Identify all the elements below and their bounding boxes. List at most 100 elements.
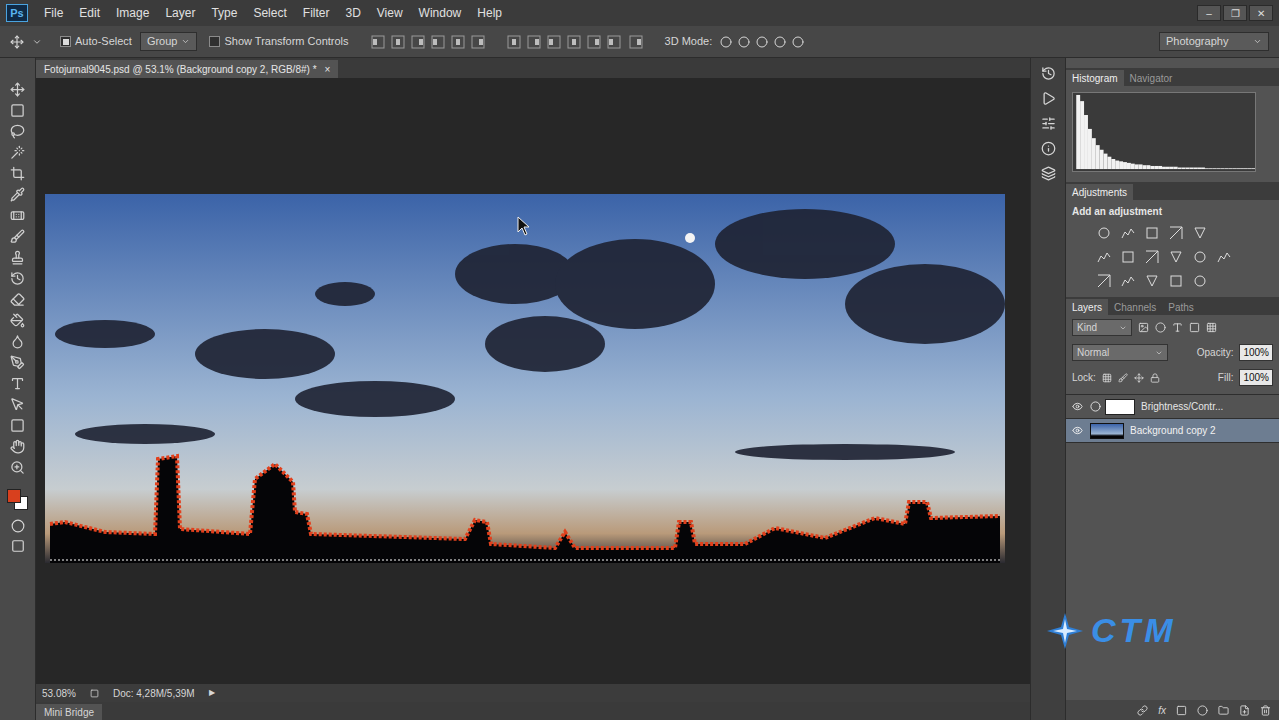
adjustment-icon[interactable]	[1144, 273, 1160, 289]
align-icon[interactable]	[527, 35, 541, 49]
workspace-select[interactable]: Photography	[1159, 32, 1269, 51]
layer-comps-icon[interactable]	[1041, 166, 1056, 181]
adjustment-icon[interactable]	[1120, 225, 1136, 241]
window-control-button[interactable]: –	[1197, 5, 1221, 21]
adjustment-icon[interactable]	[1168, 249, 1184, 265]
quick-mask-icon[interactable]	[11, 519, 25, 533]
align-icon[interactable]	[411, 35, 425, 49]
tool-icon[interactable]	[10, 397, 25, 412]
lock-pixels-icon[interactable]	[1118, 373, 1128, 383]
new-layer-icon[interactable]	[1239, 705, 1250, 716]
panel-tab[interactable]: Adjustments	[1066, 184, 1133, 200]
adjustment-icon[interactable]	[1096, 225, 1112, 241]
fill-field[interactable]: 100%	[1239, 369, 1273, 386]
align-icon[interactable]	[607, 35, 621, 49]
smart-filter-icon[interactable]	[1206, 322, 1217, 333]
3d-mode-icon[interactable]	[774, 36, 786, 48]
window-control-button[interactable]: ❐	[1223, 5, 1247, 21]
properties-icon[interactable]	[1041, 116, 1056, 131]
target-select[interactable]: Group	[140, 32, 198, 51]
tool-icon[interactable]	[10, 460, 25, 475]
foreground-color-swatch[interactable]	[7, 489, 21, 503]
menu-item[interactable]: Image	[108, 4, 157, 22]
tool-icon[interactable]	[10, 376, 25, 391]
adjustment-icon[interactable]	[1144, 225, 1160, 241]
align-icon[interactable]	[431, 35, 445, 49]
menu-item[interactable]: Help	[469, 4, 510, 22]
menu-item[interactable]: Type	[203, 4, 245, 22]
adjustment-icon[interactable]	[1192, 273, 1208, 289]
3d-mode-icon[interactable]	[720, 36, 732, 48]
tool-icon[interactable]	[10, 187, 25, 202]
lock-transparent-icon[interactable]	[1102, 373, 1112, 383]
screen-mode-icon[interactable]	[11, 539, 25, 553]
align-icon[interactable]	[507, 35, 521, 49]
lock-all-icon[interactable]	[1150, 373, 1160, 383]
tool-icon[interactable]	[10, 313, 25, 328]
zoom-level[interactable]: 53.08%	[42, 686, 76, 701]
layer-style-button[interactable]: fx	[1158, 703, 1166, 718]
panel-tab[interactable]: Navigator	[1124, 70, 1179, 86]
3d-mode-icon[interactable]	[738, 36, 750, 48]
move-tool-icon[interactable]	[10, 35, 24, 49]
tool-icon[interactable]	[10, 271, 25, 286]
mini-bridge-tab[interactable]: Mini Bridge	[36, 704, 102, 720]
adjustment-filter-icon[interactable]	[1155, 322, 1166, 333]
menu-item[interactable]: 3D	[337, 4, 368, 22]
menu-item[interactable]: Window	[411, 4, 470, 22]
layer-row[interactable]: Background copy 2	[1066, 419, 1279, 443]
align-icon[interactable]	[371, 35, 385, 49]
menu-item[interactable]: Filter	[295, 4, 338, 22]
menu-item[interactable]: Layer	[157, 4, 203, 22]
adjustment-icon[interactable]	[1168, 225, 1184, 241]
tool-icon[interactable]	[10, 82, 25, 97]
align-icon[interactable]	[451, 35, 465, 49]
tool-icon[interactable]	[10, 439, 25, 454]
adjustment-icon[interactable]	[1144, 249, 1160, 265]
visibility-toggle[interactable]	[1070, 425, 1084, 436]
tool-icon[interactable]	[10, 292, 25, 307]
tool-icon[interactable]	[10, 418, 25, 433]
visibility-toggle[interactable]	[1070, 401, 1084, 412]
status-menu-arrow[interactable]: ▶	[209, 687, 215, 699]
adjustment-icon[interactable]	[1192, 249, 1208, 265]
filter-select[interactable]: Kind	[1072, 319, 1132, 336]
tool-icon[interactable]	[10, 145, 25, 160]
shape-filter-icon[interactable]	[1189, 322, 1200, 333]
document-image[interactable]	[45, 194, 1005, 563]
info-icon[interactable]	[1041, 141, 1056, 156]
tool-preset-icon[interactable]	[32, 37, 42, 47]
panel-tab[interactable]: Channels	[1108, 299, 1162, 315]
show-transform-controls[interactable]: Show Transform Controls	[209, 33, 348, 50]
align-icon[interactable]	[567, 35, 581, 49]
panel-tab[interactable]: Layers	[1066, 299, 1108, 315]
align-icon[interactable]	[629, 35, 643, 49]
add-mask-icon[interactable]	[1176, 705, 1187, 716]
menu-item[interactable]: File	[36, 4, 71, 22]
auto-select[interactable]: Auto-Select	[60, 33, 132, 50]
tool-icon[interactable]	[10, 103, 25, 118]
align-icon[interactable]	[547, 35, 561, 49]
blend-mode-select[interactable]: Normal	[1072, 344, 1168, 361]
history-icon[interactable]	[1041, 66, 1056, 81]
adjustment-icon[interactable]	[1120, 249, 1136, 265]
align-icon[interactable]	[391, 35, 405, 49]
adjustment-icon[interactable]	[1216, 249, 1232, 265]
menu-item[interactable]: View	[369, 4, 411, 22]
actions-icon[interactable]	[1041, 91, 1056, 106]
show-transform-checkbox[interactable]	[209, 36, 220, 47]
tool-icon[interactable]	[10, 355, 25, 370]
align-icon[interactable]	[471, 35, 485, 49]
new-group-icon[interactable]	[1218, 705, 1229, 716]
link-layers-icon[interactable]	[1137, 705, 1148, 716]
adjustment-icon[interactable]	[1192, 225, 1208, 241]
new-adjustment-icon[interactable]	[1197, 705, 1208, 716]
tool-icon[interactable]	[10, 250, 25, 265]
tool-icon[interactable]	[10, 166, 25, 181]
layer-row[interactable]: Brightness/Contr...	[1066, 395, 1279, 419]
window-control-button[interactable]: ✕	[1249, 5, 1273, 21]
tool-icon[interactable]	[10, 124, 25, 139]
menu-item[interactable]: Select	[245, 4, 294, 22]
close-tab-button[interactable]: ×	[325, 62, 331, 77]
delete-layer-icon[interactable]	[1260, 705, 1271, 716]
